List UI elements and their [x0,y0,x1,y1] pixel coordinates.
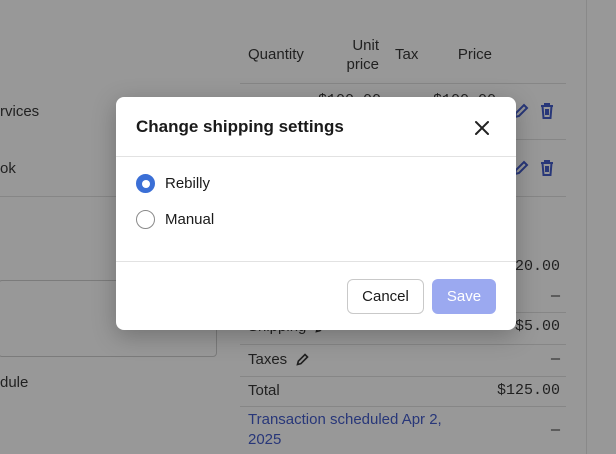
radio-button-checked[interactable] [136,174,155,193]
save-button[interactable]: Save [432,279,496,314]
close-icon [475,121,489,135]
cancel-button[interactable]: Cancel [347,279,424,314]
shipping-settings-dialog: Change shipping settings Rebilly Manual … [116,97,516,330]
radio-button[interactable] [136,210,155,229]
dialog-body: Rebilly Manual [116,157,516,262]
dialog-title: Change shipping settings [136,117,344,136]
close-button[interactable] [471,117,493,139]
dialog-footer: Cancel Save [116,262,516,330]
option-label: Rebilly [165,175,211,192]
option-manual[interactable]: Manual [136,210,214,229]
dialog-header: Change shipping settings [116,97,516,157]
option-label: Manual [165,211,215,228]
option-rebilly[interactable]: Rebilly [136,174,210,193]
